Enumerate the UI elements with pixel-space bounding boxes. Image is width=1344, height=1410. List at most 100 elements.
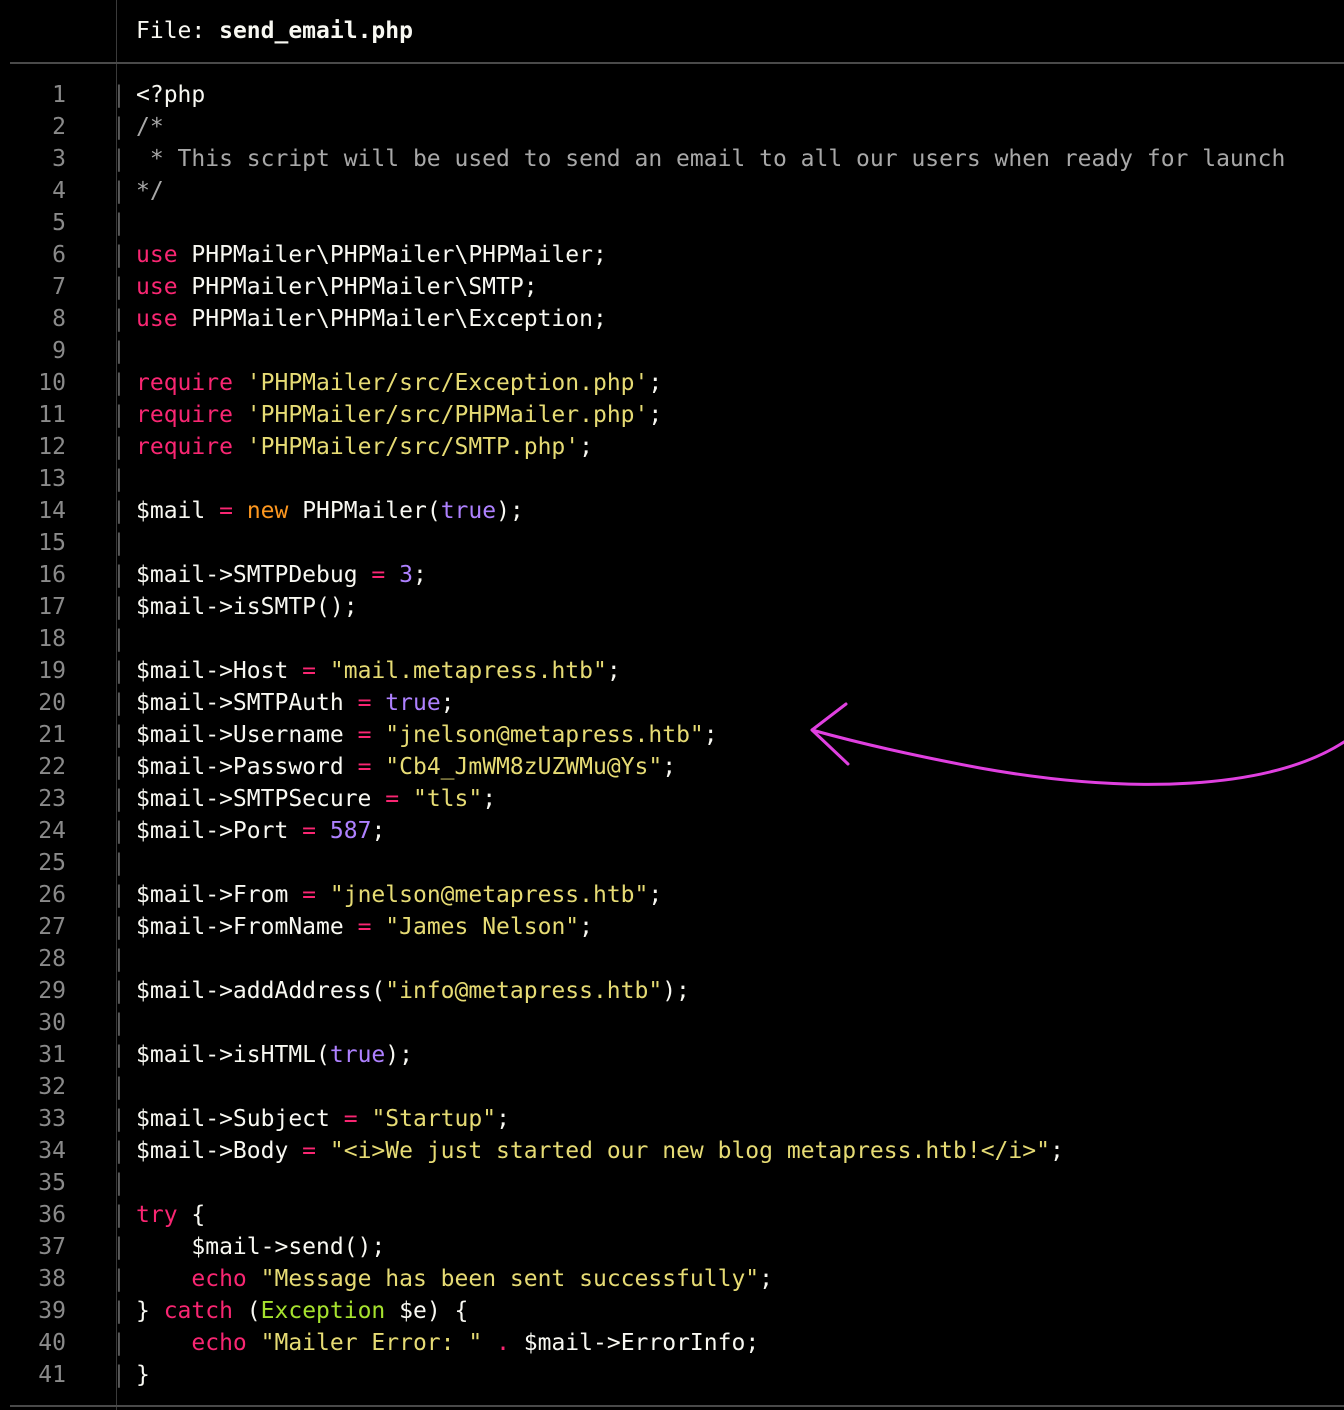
code-line: 40 | echo "Mailer Error: " . $mail->Error… [0, 1327, 1344, 1359]
gutter-bar: | [112, 722, 126, 748]
line-number: 20 [38, 690, 66, 716]
line-number: 22 [38, 754, 66, 780]
code-token: $mail->Username [136, 722, 358, 748]
gutter-bar: | [112, 306, 126, 332]
line-number: 35 [38, 1170, 66, 1196]
line-source: $mail->SMTPSecure = "tls"; [136, 783, 496, 815]
gutter-bar: | [112, 818, 126, 844]
gutter-bar: | [112, 402, 126, 428]
line-source: require 'PHPMailer/src/PHPMailer.php'; [136, 399, 662, 431]
code-viewer: File: send_email.php 1 | <?php 2 | /* 3 | * Thi… [0, 0, 1344, 1410]
code-line: 5 | [0, 207, 1344, 239]
code-line: 12 | require 'PHPMailer/src/SMTP.php'; [0, 431, 1344, 463]
line-number: 28 [38, 946, 66, 972]
line-number: 32 [38, 1074, 66, 1100]
gutter-bar: | [112, 786, 126, 812]
code-token: $mail->SMTPAuth [136, 690, 358, 716]
line-source: echo "Message has been sent successfully… [136, 1263, 773, 1295]
code-token: = [357, 754, 372, 780]
code-line: 14 | $mail = new PHPMailer(true); [0, 495, 1344, 527]
code-token: "James Nelson" [385, 914, 580, 940]
gutter-bar: | [112, 1234, 126, 1260]
line-source: $mail->Body = "<i>We just started our ne… [136, 1135, 1064, 1167]
gutter-bar: | [112, 1330, 126, 1356]
code-token: "Cb4_JmWM8zUZWMu@Ys" [385, 754, 663, 780]
gutter-bar: | [112, 1074, 126, 1100]
gutter-bar: | [112, 562, 126, 588]
header-divider [10, 62, 1344, 64]
gutter-bar: | [112, 1170, 126, 1196]
line-number: 21 [38, 722, 66, 748]
code-token: true [329, 1042, 386, 1068]
code-line: 27 | $mail->FromName = "James Nelson"; [0, 911, 1344, 943]
line-number: 17 [38, 594, 66, 620]
gutter-bar: | [112, 978, 126, 1004]
code-token: * This script will be used to send an em… [136, 146, 1286, 172]
file-label: File: [136, 18, 220, 44]
code-token: "mail.metapress.htb" [329, 658, 607, 684]
line-source: $mail = new PHPMailer(true); [136, 495, 524, 527]
code-token: ; [371, 818, 386, 844]
line-number: 30 [38, 1010, 66, 1036]
line-source: $mail->addAddress("info@metapress.htb"); [136, 975, 690, 1007]
code-line: 41 |} [0, 1359, 1344, 1391]
gutter-bar: | [112, 946, 126, 972]
line-source: require 'PHPMailer/src/SMTP.php'; [136, 431, 593, 463]
code-token: "jnelson@metapress.htb" [329, 882, 649, 908]
code-token: PHPMailer\PHPMailer\PHPMailer; [177, 242, 607, 268]
code-token: = [357, 722, 372, 748]
code-token: "tls" [412, 786, 483, 812]
gutter-bar: | [112, 370, 126, 396]
gutter-bar: | [112, 434, 126, 460]
gutter-bar: | [112, 498, 126, 524]
code-line: 37 | $mail->send(); [0, 1231, 1344, 1263]
line-source: } catch (Exception $e) { [136, 1295, 468, 1327]
code-token: $mail [136, 498, 220, 524]
code-token: /* [136, 114, 164, 140]
line-source: try { [136, 1199, 205, 1231]
file-header: File: send_email.php [0, 0, 1344, 64]
gutter-bar: | [112, 1362, 126, 1388]
annotation-arrow-icon [810, 702, 1344, 786]
line-number: 1 [52, 82, 66, 108]
code-line: 19 | $mail->Host = "mail.metapress.htb"; [0, 655, 1344, 687]
code-line: 7 | use PHPMailer\PHPMailer\SMTP; [0, 271, 1344, 303]
code-token: "Mailer Error: " [260, 1330, 483, 1356]
line-number: 13 [38, 466, 66, 492]
code-token: require [136, 434, 233, 460]
code-token: 'PHPMailer/src/Exception.php' [246, 370, 649, 396]
code-token: PHPMailer( [288, 498, 441, 524]
code-token: ; [412, 562, 427, 588]
code-line: 29 | $mail->addAddress("info@metapress.htb… [0, 975, 1344, 1007]
line-source: echo "Mailer Error: " . $mail->ErrorInfo… [136, 1327, 759, 1359]
code-token: $mail->ErrorInfo; [509, 1330, 760, 1356]
code-token: "jnelson@metapress.htb" [385, 722, 704, 748]
code-token: ); [496, 498, 524, 524]
line-number: 38 [38, 1266, 66, 1292]
code-line: 36 | try { [0, 1199, 1344, 1231]
line-source: $mail->Host = "mail.metapress.htb"; [136, 655, 621, 687]
line-number: 39 [38, 1298, 66, 1324]
code-token: Exception [260, 1298, 386, 1324]
code-token: = [357, 690, 372, 716]
line-source: use PHPMailer\PHPMailer\SMTP; [136, 271, 538, 303]
code-token: echo [191, 1266, 247, 1292]
line-source: $mail->Password = "Cb4_JmWM8zUZWMu@Ys"; [136, 751, 676, 783]
code-token: $e) { [385, 1298, 469, 1324]
gutter-bar: | [112, 1266, 126, 1292]
line-source: $mail->Username = "jnelson@metapress.htb… [136, 719, 718, 751]
line-number: 24 [38, 818, 66, 844]
code-token: try [136, 1202, 178, 1228]
line-source: * This script will be used to send an em… [136, 143, 1285, 175]
code-line: 39 |} catch (Exception $e) { [0, 1295, 1344, 1327]
